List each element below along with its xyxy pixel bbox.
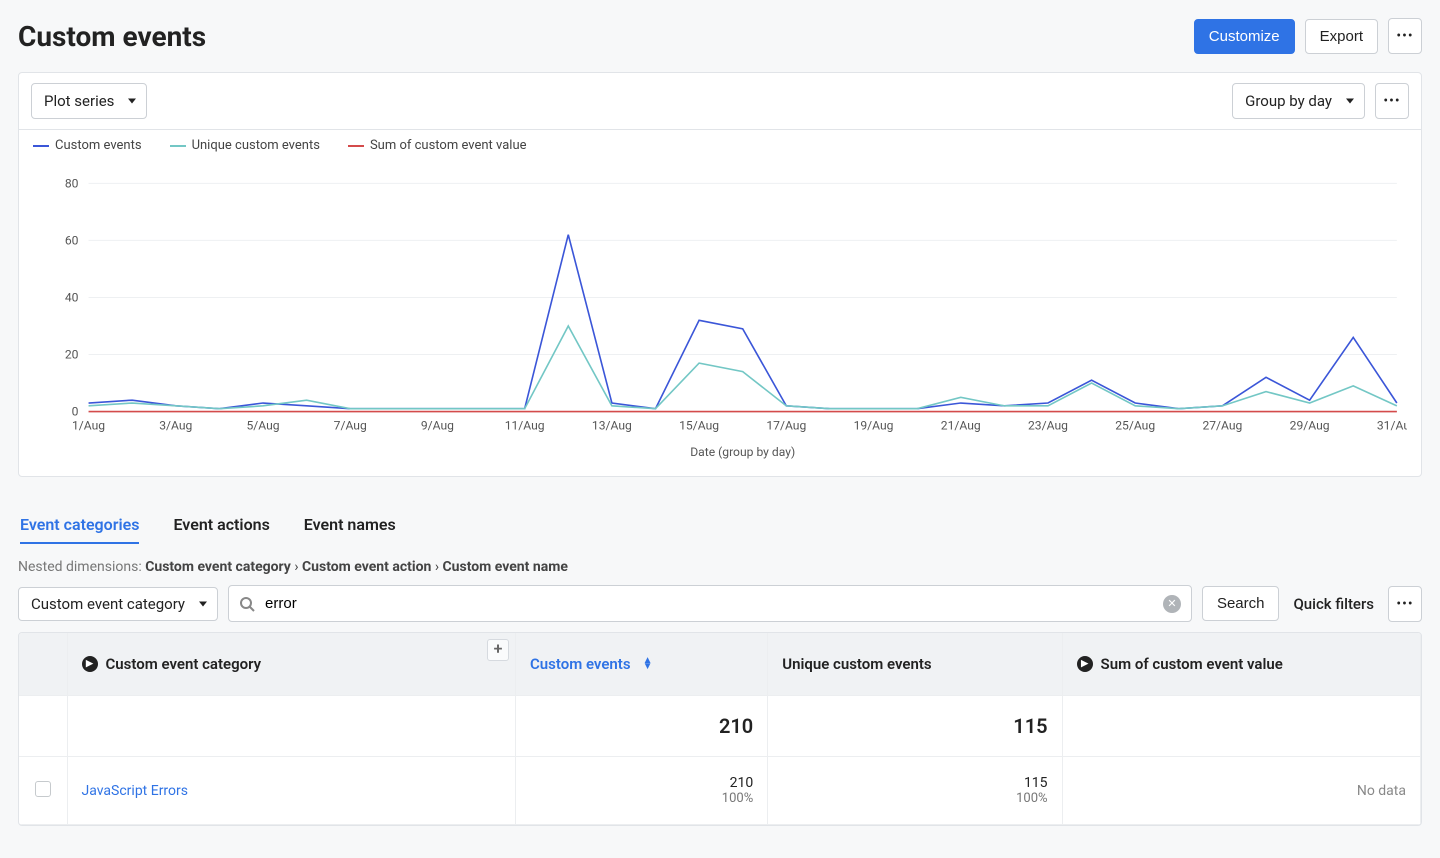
svg-text:40: 40: [65, 291, 79, 305]
search-input-wrap: ✕: [228, 585, 1192, 622]
table-row: JavaScript Errors 210 100% 115 100% No d…: [19, 757, 1421, 825]
table-row-totals: 210 115: [19, 696, 1421, 757]
page-title: Custom events: [18, 20, 206, 53]
column-header-sum-value[interactable]: ▶ Sum of custom event value: [1063, 633, 1420, 695]
row-label-link[interactable]: JavaScript Errors: [82, 783, 189, 799]
dimension-select-label: Custom event category: [31, 595, 185, 613]
svg-text:15/Aug: 15/Aug: [679, 419, 719, 433]
nested-dim: Custom event name: [443, 559, 568, 575]
play-icon: ▶: [1077, 656, 1093, 672]
column-header-label: Unique custom events: [782, 655, 931, 673]
tabs: Event categories Event actions Event nam…: [18, 515, 1422, 545]
column-header-custom-events[interactable]: Custom events ▲▼: [516, 633, 767, 695]
svg-text:9/Aug: 9/Aug: [421, 419, 454, 433]
chart-card: Plot series Group by day Custom events U…: [18, 72, 1422, 477]
svg-text:20: 20: [65, 348, 79, 362]
row-custom-events-pct: 100%: [530, 791, 753, 806]
column-header-unique-events[interactable]: Unique custom events: [768, 633, 1061, 695]
tab-event-actions[interactable]: Event actions: [173, 515, 269, 544]
table-more-button[interactable]: [1388, 586, 1422, 622]
customize-button[interactable]: Customize: [1194, 19, 1295, 54]
legend-label: Unique custom events: [192, 138, 320, 153]
svg-text:60: 60: [65, 233, 79, 247]
total-unique-events: 115: [1013, 714, 1047, 738]
tab-event-categories[interactable]: Event categories: [20, 515, 139, 544]
svg-text:Date (group by day): Date (group by day): [690, 445, 795, 459]
dots-icon: [1396, 28, 1413, 44]
legend-item[interactable]: Sum of custom event value: [348, 138, 527, 153]
legend-item[interactable]: Unique custom events: [170, 138, 320, 153]
row-checkbox[interactable]: [35, 781, 51, 797]
chart-more-button[interactable]: [1375, 83, 1409, 119]
row-sum-value: No data: [1063, 765, 1420, 817]
group-by-select[interactable]: Group by day: [1232, 83, 1365, 119]
svg-text:23/Aug: 23/Aug: [1028, 419, 1068, 433]
nested-dimensions: Nested dimensions: Custom event category…: [18, 559, 1422, 575]
legend-item[interactable]: Custom events: [33, 138, 142, 153]
svg-text:80: 80: [65, 176, 79, 190]
svg-text:0: 0: [72, 405, 79, 419]
svg-text:31/Aug: 31/Aug: [1377, 419, 1407, 433]
add-dimension-button[interactable]: +: [487, 639, 509, 661]
search-input[interactable]: [229, 586, 1191, 621]
legend-label: Custom events: [55, 138, 142, 153]
data-table: ▶ Custom event category + Custom events …: [18, 632, 1422, 826]
search-button[interactable]: Search: [1202, 586, 1280, 621]
dots-icon: [1383, 93, 1400, 109]
svg-text:13/Aug: 13/Aug: [592, 419, 632, 433]
svg-text:5/Aug: 5/Aug: [246, 419, 279, 433]
nested-dim: Custom event action: [302, 559, 431, 575]
nested-lead: Nested dimensions:: [18, 559, 145, 575]
plot-series-select[interactable]: Plot series: [31, 83, 147, 119]
search-icon: [239, 596, 255, 612]
svg-text:25/Aug: 25/Aug: [1115, 419, 1155, 433]
svg-text:21/Aug: 21/Aug: [941, 419, 981, 433]
export-button[interactable]: Export: [1305, 19, 1378, 54]
clear-search-icon[interactable]: ✕: [1163, 595, 1181, 613]
svg-text:29/Aug: 29/Aug: [1290, 419, 1330, 433]
sort-icon: ▲▼: [643, 658, 653, 670]
svg-text:7/Aug: 7/Aug: [334, 419, 367, 433]
play-icon: ▶: [82, 656, 98, 672]
dimension-select[interactable]: Custom event category: [18, 587, 218, 621]
svg-text:27/Aug: 27/Aug: [1202, 419, 1242, 433]
svg-text:17/Aug: 17/Aug: [766, 419, 806, 433]
more-options-button[interactable]: [1388, 18, 1422, 54]
legend-swatch: [33, 145, 49, 147]
svg-text:3/Aug: 3/Aug: [159, 419, 192, 433]
tab-event-names[interactable]: Event names: [304, 515, 396, 544]
chart: 0 20 40 60 80 1/Aug 3/Aug 5/Aug 7/Aug 9/Aug 11/Aug…: [33, 159, 1407, 462]
svg-text:19/Aug: 19/Aug: [854, 419, 894, 433]
plot-series-label: Plot series: [44, 92, 114, 110]
dots-icon: [1396, 596, 1413, 612]
legend-swatch: [348, 145, 364, 147]
column-header-label: Sum of custom event value: [1101, 655, 1283, 673]
total-custom-events: 210: [719, 714, 753, 738]
column-header-label: Custom event category: [106, 655, 262, 673]
row-unique-events-pct: 100%: [782, 791, 1047, 806]
quick-filters-button[interactable]: Quick filters: [1289, 595, 1378, 613]
group-by-label: Group by day: [1245, 92, 1332, 110]
legend-swatch: [170, 145, 186, 147]
svg-text:1/Aug: 1/Aug: [72, 419, 105, 433]
column-header-dimension[interactable]: ▶ Custom event category: [68, 633, 515, 695]
row-unique-events: 115: [782, 775, 1047, 791]
svg-text:11/Aug: 11/Aug: [505, 419, 545, 433]
nested-dim: Custom event category: [145, 559, 291, 575]
legend-label: Sum of custom event value: [370, 138, 527, 153]
row-custom-events: 210: [530, 775, 753, 791]
column-header-label: Custom events: [530, 655, 631, 673]
chart-legend: Custom events Unique custom events Sum o…: [19, 130, 1421, 153]
